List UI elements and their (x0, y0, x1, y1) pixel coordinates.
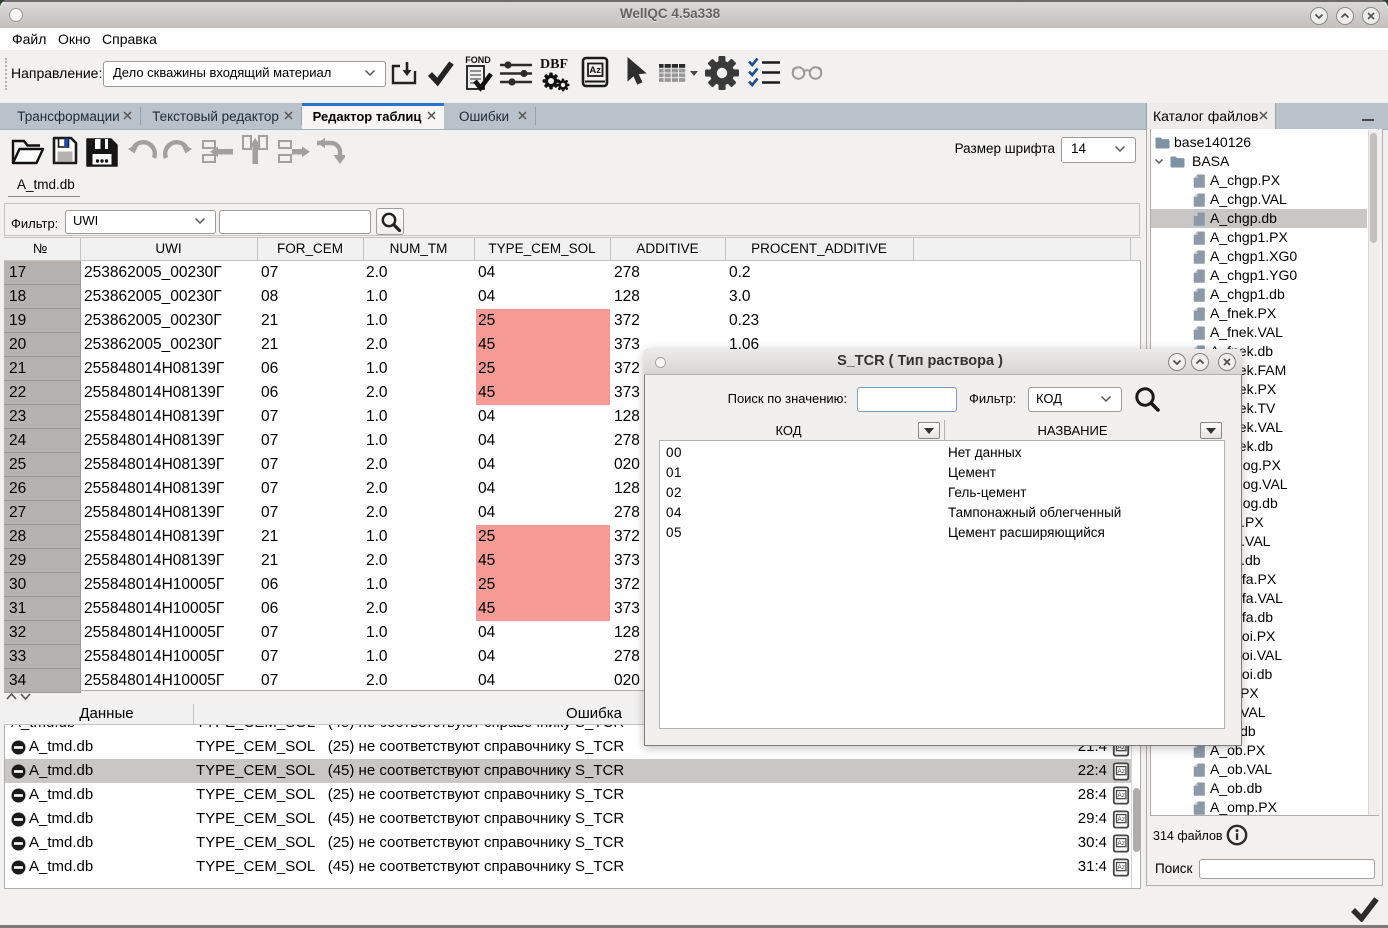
svg-text:Az: Az (589, 65, 601, 76)
svg-text:Az: Az (1118, 840, 1125, 847)
svg-text:Az: Az (1118, 768, 1125, 775)
svg-text:Az: Az (1118, 864, 1125, 871)
svg-text:DBF: DBF (540, 57, 568, 72)
svg-text:FOND: FOND (465, 55, 491, 65)
svg-text:Az: Az (1118, 816, 1125, 823)
svg-text:Az: Az (1118, 792, 1125, 799)
